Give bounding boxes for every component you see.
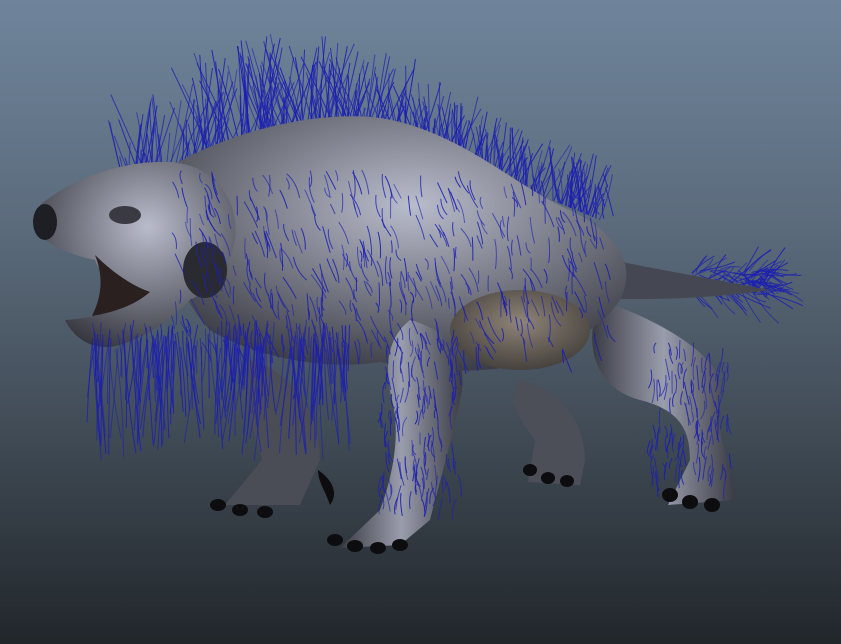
- fur-strand: [181, 315, 189, 333]
- fur-strand: [656, 429, 660, 451]
- belly: [450, 290, 590, 370]
- fur-strand: [207, 334, 210, 399]
- fur-strand: [728, 453, 732, 469]
- fur-strand: [726, 414, 728, 433]
- fur-strand: [739, 288, 761, 323]
- fur-strand: [764, 289, 799, 295]
- fur-strand: [718, 266, 741, 272]
- fur-strand: [566, 291, 568, 312]
- fur-strand: [682, 449, 687, 467]
- fur-strand: [454, 461, 457, 475]
- fur-strand: [658, 407, 661, 434]
- fur-strand: [720, 415, 725, 429]
- fur-strand: [86, 338, 94, 423]
- creature-snout: [33, 204, 57, 240]
- fur-strand: [646, 440, 651, 454]
- fur-strand: [678, 340, 681, 359]
- fur-strand: [442, 474, 447, 490]
- fur-strand: [457, 474, 462, 497]
- fur-strand: [666, 447, 669, 459]
- fur-strand: [652, 424, 656, 440]
- fur-strand: [668, 457, 673, 469]
- fur-strand: [695, 267, 712, 275]
- fur-strand: [451, 498, 457, 521]
- fur-strand: [201, 328, 207, 382]
- 3d-viewport[interactable]: [0, 0, 841, 644]
- fur-strand: [652, 465, 656, 479]
- fur-strand: [411, 440, 413, 456]
- fur-strand: [451, 443, 455, 464]
- fur-strand: [446, 481, 451, 504]
- fur-strand: [680, 453, 683, 467]
- fur-strand: [727, 417, 732, 435]
- fur-strand: [605, 187, 614, 217]
- fur-strand: [437, 497, 443, 521]
- fur-strand: [378, 476, 382, 498]
- fur-strand: [390, 417, 392, 436]
- creature-render: [33, 34, 804, 554]
- fur-strand: [721, 361, 725, 373]
- fur-strand: [382, 382, 386, 403]
- fur-strand: [471, 237, 474, 261]
- fur-strand: [538, 192, 541, 204]
- creature-eye: [109, 206, 141, 224]
- fur-strand: [441, 477, 444, 494]
- fur-strand: [526, 153, 533, 190]
